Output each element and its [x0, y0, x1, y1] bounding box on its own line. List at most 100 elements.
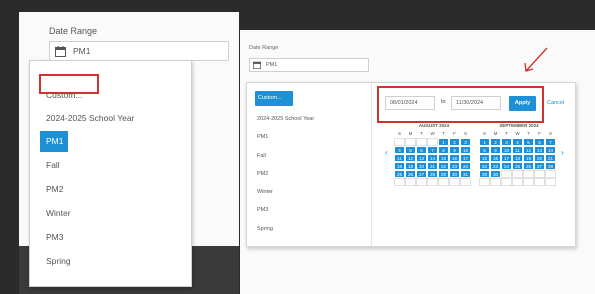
calendar-day-empty: [479, 178, 490, 186]
calendar-day[interactable]: 30: [490, 170, 501, 178]
calendar-day[interactable]: 27: [534, 162, 545, 170]
date-range-select[interactable]: PM1: [49, 41, 229, 61]
calendar-day-empty: [534, 170, 545, 178]
calendar-day[interactable]: 26: [523, 162, 534, 170]
calendar-day[interactable]: 10: [501, 146, 512, 154]
preset-item-fall[interactable]: Fall: [257, 153, 266, 159]
preset-item-spring[interactable]: Spring: [257, 226, 273, 232]
apply-button[interactable]: Apply: [509, 96, 536, 111]
preset-item-pm2[interactable]: PM2: [257, 171, 268, 177]
weekday-header: W: [430, 131, 435, 136]
cancel-link[interactable]: Cancel: [547, 100, 564, 106]
weekday-header: S: [463, 131, 467, 136]
preset-item-pm3[interactable]: PM3: [257, 207, 268, 213]
next-month-icon[interactable]: ›: [561, 148, 564, 157]
calendar-day[interactable]: 3: [460, 138, 471, 146]
preset-item-custom[interactable]: Custom...: [255, 91, 293, 106]
calendar-day[interactable]: 30: [449, 170, 460, 178]
calendar-day[interactable]: 6: [416, 146, 427, 154]
calendar-day[interactable]: 5: [405, 146, 416, 154]
calendar-day[interactable]: 17: [460, 154, 471, 162]
dropdown-item-pm3[interactable]: PM3: [30, 230, 191, 245]
preset-item-school-year[interactable]: 2024-2025 School Year: [257, 116, 314, 122]
dropdown-item-spring[interactable]: Spring: [30, 254, 191, 269]
calendar-day[interactable]: 27: [416, 170, 427, 178]
calendar-day[interactable]: 25: [512, 162, 523, 170]
calendar-day[interactable]: 24: [501, 162, 512, 170]
calendar-day[interactable]: 19: [523, 154, 534, 162]
calendar-day[interactable]: 21: [427, 162, 438, 170]
dropdown-item-winter[interactable]: Winter: [30, 206, 191, 221]
calendar-day[interactable]: 12: [523, 146, 534, 154]
dropdown-item-pm2[interactable]: PM2: [30, 182, 191, 197]
calendar-day[interactable]: 25: [394, 170, 405, 178]
calendar-day[interactable]: 5: [523, 138, 534, 146]
dropdown-item-fall[interactable]: Fall: [30, 158, 191, 173]
calendar-day[interactable]: 10: [460, 146, 471, 154]
calendar-day[interactable]: 2: [490, 138, 501, 146]
weekday-header: S: [482, 131, 486, 136]
calendar-day[interactable]: 22: [438, 162, 449, 170]
calendar-day[interactable]: 26: [405, 170, 416, 178]
annotation-arrow-icon: [524, 47, 548, 72]
calendar-day[interactable]: 28: [427, 170, 438, 178]
calendar-day[interactable]: 4: [512, 138, 523, 146]
calendar-day[interactable]: 2: [449, 138, 460, 146]
start-date-input[interactable]: 08/01/2024: [385, 96, 435, 110]
calendar-day-empty: [545, 178, 556, 186]
calendar-day[interactable]: 11: [512, 146, 523, 154]
calendar-day[interactable]: 3: [501, 138, 512, 146]
calendar-day[interactable]: 7: [545, 138, 556, 146]
end-date-input[interactable]: 11/30/2024: [451, 96, 501, 110]
calendar-day[interactable]: 13: [534, 146, 545, 154]
calendar-day[interactable]: 16: [449, 154, 460, 162]
calendar-day[interactable]: 9: [449, 146, 460, 154]
calendar-day[interactable]: 1: [438, 138, 449, 146]
calendar-day[interactable]: 29: [438, 170, 449, 178]
dropdown-item-school-year[interactable]: 2024-2025 School Year: [30, 111, 191, 126]
weekday-header: S: [397, 131, 401, 136]
calendar-day[interactable]: 17: [501, 154, 512, 162]
preset-item-winter[interactable]: Winter: [257, 189, 273, 195]
calendar-day[interactable]: 23: [449, 162, 460, 170]
date-range-select[interactable]: PM1: [249, 58, 369, 72]
calendar-day[interactable]: 29: [479, 170, 490, 178]
calendar-day[interactable]: 14: [545, 146, 556, 154]
calendar-day[interactable]: 7: [427, 146, 438, 154]
date-range-value: PM1: [73, 46, 91, 56]
calendar-day[interactable]: 28: [545, 162, 556, 170]
calendar-month-august: AUGUST 2024 S M T W T F S 1 2 3 4 5 6 7 8 9 10 11 12 13 14 15…: [394, 123, 474, 186]
calendar-day[interactable]: 8: [479, 146, 490, 154]
calendar-day[interactable]: 18: [512, 154, 523, 162]
weekday-header: T: [442, 131, 445, 136]
calendar-day[interactable]: 23: [490, 162, 501, 170]
calendar-day-empty: [416, 138, 427, 146]
calendar-day[interactable]: 16: [490, 154, 501, 162]
calendar-day[interactable]: 9: [490, 146, 501, 154]
prev-month-icon[interactable]: ‹: [385, 148, 388, 157]
calendar-day-empty: [438, 178, 449, 186]
range-preset-list: Custom... 2024-2025 School Year PM1 Fall…: [247, 83, 372, 246]
calendar-day[interactable]: 11: [394, 154, 405, 162]
calendar-day[interactable]: 6: [534, 138, 545, 146]
calendar-day[interactable]: 21: [545, 154, 556, 162]
calendar-day[interactable]: 20: [416, 162, 427, 170]
calendar-day[interactable]: 15: [479, 154, 490, 162]
calendar-day[interactable]: 18: [394, 162, 405, 170]
calendar-day[interactable]: 15: [438, 154, 449, 162]
calendar-day[interactable]: 20: [534, 154, 545, 162]
calendar-day[interactable]: 14: [427, 154, 438, 162]
calendar-day[interactable]: 1: [479, 138, 490, 146]
calendar-day[interactable]: 4: [394, 146, 405, 154]
calendar-day[interactable]: 22: [479, 162, 490, 170]
calendar-day[interactable]: 8: [438, 146, 449, 154]
calendar-day[interactable]: 24: [460, 162, 471, 170]
dropdown-item-pm1[interactable]: PM1: [30, 131, 191, 152]
calendar-day[interactable]: 12: [405, 154, 416, 162]
calendar-day-empty: [501, 178, 512, 186]
preset-item-pm1[interactable]: PM1: [257, 134, 268, 140]
weekday-header: T: [505, 131, 508, 136]
calendar-day[interactable]: 19: [405, 162, 416, 170]
calendar-day[interactable]: 31: [460, 170, 471, 178]
calendar-day[interactable]: 13: [416, 154, 427, 162]
